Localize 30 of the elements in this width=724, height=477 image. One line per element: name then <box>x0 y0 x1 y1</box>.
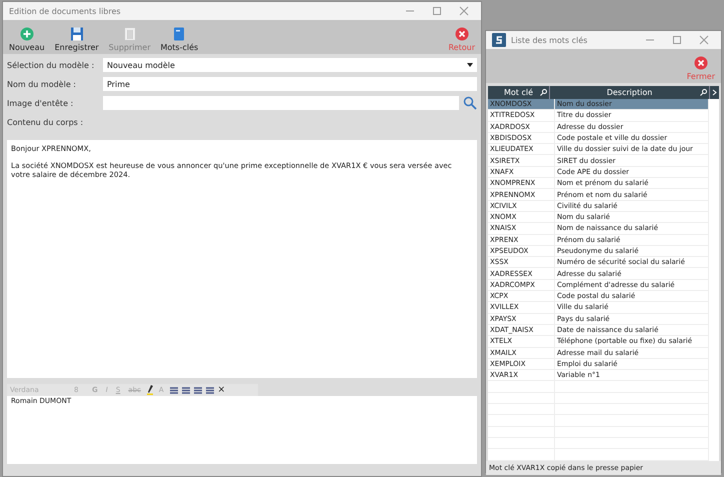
close-toolbar-button[interactable]: × <box>218 385 226 395</box>
field-label: Contenu du corps : <box>7 118 84 126</box>
close-icon <box>694 56 708 70</box>
column-header[interactable]: Mot clé <box>488 86 550 99</box>
trash-icon <box>122 27 137 41</box>
search-icon <box>700 89 707 96</box>
pen-icon[interactable] <box>146 385 153 395</box>
window-title: Edition de documents libres <box>9 6 122 16</box>
column-header[interactable]: Description <box>550 86 710 99</box>
toolbar-button[interactable]: Nouveau <box>7 27 47 52</box>
toolbar-button[interactable]: Mots-clés <box>158 27 200 52</box>
close-icon <box>454 27 469 41</box>
name-field[interactable]: Prime <box>103 77 477 91</box>
chevron-right-icon[interactable] <box>710 86 719 99</box>
model-dropdown[interactable]: Nouveau modèle <box>103 58 477 72</box>
search-icon[interactable] <box>463 96 477 110</box>
field-label: Image d'entête : <box>7 98 74 108</box>
window-title: Liste des mots clés <box>511 36 588 44</box>
field-label: Nom du modèle : <box>7 80 77 88</box>
search-icon <box>540 89 547 96</box>
align-center-icon[interactable] <box>182 386 190 394</box>
caret-icon <box>467 63 473 67</box>
justify-icon[interactable] <box>206 386 214 394</box>
plus-icon <box>20 27 34 41</box>
toolbar-button[interactable]: Enregistrer <box>52 27 101 52</box>
image-field[interactable] <box>103 96 459 110</box>
align-right-icon[interactable] <box>194 386 202 394</box>
align-left-icon[interactable] <box>170 386 178 394</box>
field-label: Sélection du modèle : <box>7 60 96 70</box>
book-icon <box>172 27 186 41</box>
